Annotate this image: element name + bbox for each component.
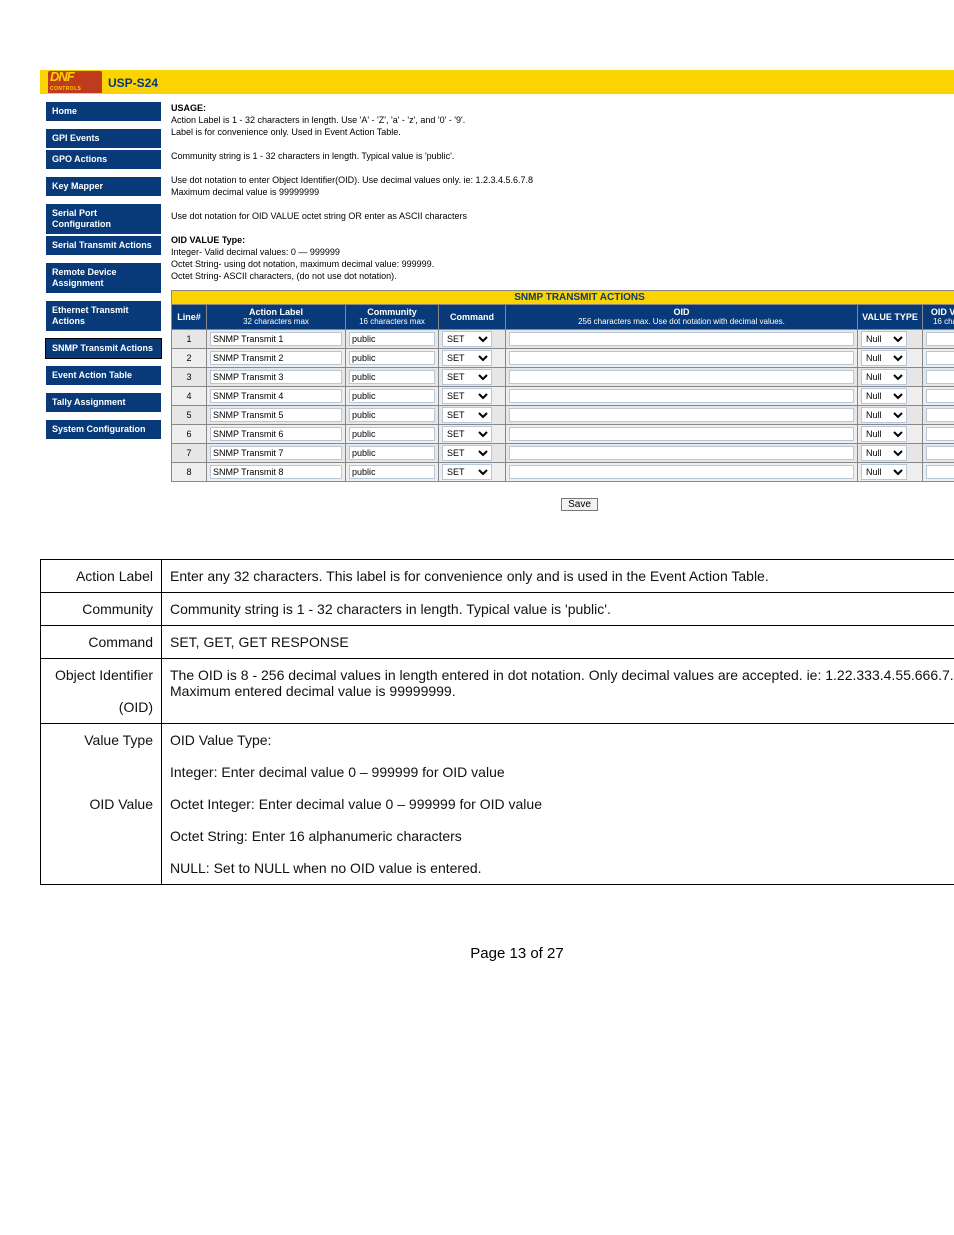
sidebar-item[interactable]: Tally Assignment — [46, 393, 161, 412]
top-banner: USP-S24 — [40, 70, 954, 94]
oid-value-input[interactable] — [926, 351, 954, 365]
oid-input[interactable] — [509, 389, 854, 403]
oid-input[interactable] — [509, 408, 854, 422]
value-type-select[interactable]: Null — [861, 407, 907, 423]
sidebar-item[interactable]: Key Mapper — [46, 177, 161, 196]
sidebar-item[interactable]: System Configuration — [46, 420, 161, 439]
value-type-select[interactable]: Null — [861, 464, 907, 480]
desc-key: Action Label — [41, 560, 162, 593]
desc-key: Community — [41, 593, 162, 626]
oid-input[interactable] — [509, 351, 854, 365]
sidebar-item[interactable]: Serial Transmit Actions — [46, 236, 161, 255]
column-header: OID256 characters max. Use dot notation … — [506, 305, 858, 330]
page-number: Page 13 of 27 — [40, 945, 954, 962]
command-select[interactable]: SET — [442, 331, 492, 347]
community-input[interactable] — [349, 351, 435, 365]
oid-input[interactable] — [509, 446, 854, 460]
community-input[interactable] — [349, 408, 435, 422]
column-header: VALUE TYPE — [858, 305, 923, 330]
brand-logo-icon — [48, 71, 102, 93]
community-input[interactable] — [349, 427, 435, 441]
sidebar-item[interactable]: Remote Device Assignment — [46, 263, 161, 293]
oid-value-input[interactable] — [926, 370, 954, 384]
sidebar-item[interactable]: Serial Port Configuration — [46, 204, 161, 234]
oid-input[interactable] — [509, 465, 854, 479]
column-header: Community16 characters max — [346, 305, 439, 330]
action-label-input[interactable] — [210, 427, 342, 441]
table-row: 8SETNull — [172, 463, 954, 482]
action-label-input[interactable] — [210, 332, 342, 346]
sidebar-item[interactable]: Ethernet Transmit Actions — [46, 301, 161, 331]
table-row: 2SETNull — [172, 349, 954, 368]
table-banner: SNMP TRANSMIT ACTIONS — [171, 290, 954, 304]
column-header: Command — [439, 305, 506, 330]
oid-input[interactable] — [509, 427, 854, 441]
table-row: 1SETNull — [172, 330, 954, 349]
value-type-select[interactable]: Null — [861, 369, 907, 385]
sidebar-item[interactable]: GPI Events — [46, 129, 161, 148]
action-label-input[interactable] — [210, 408, 342, 422]
oid-value-input[interactable] — [926, 427, 954, 441]
oid-value-input[interactable] — [926, 465, 954, 479]
sidebar: Home GPI Events GPO Actions Key Mapper Seria… — [46, 102, 161, 447]
save-button[interactable]: Save — [561, 498, 598, 511]
command-select[interactable]: SET — [442, 445, 492, 461]
command-select[interactable]: SET — [442, 464, 492, 480]
value-type-select[interactable]: Null — [861, 350, 907, 366]
sidebar-item[interactable]: Event Action Table — [46, 366, 161, 385]
desc-value: Enter any 32 characters. This label is f… — [162, 560, 954, 593]
usage-block: USAGE:Action Label is 1 - 32 characters … — [171, 102, 954, 282]
column-header: Action Label32 characters max — [207, 305, 346, 330]
action-label-input[interactable] — [210, 465, 342, 479]
community-input[interactable] — [349, 332, 435, 346]
device-model: USP-S24 — [108, 76, 158, 93]
table-row: 6SETNull — [172, 425, 954, 444]
desc-key: Value TypeOID Value — [41, 724, 162, 885]
column-header: OID VALUE16 char max — [923, 305, 954, 330]
command-select[interactable]: SET — [442, 388, 492, 404]
oid-value-input[interactable] — [926, 389, 954, 403]
sidebar-item[interactable]: SNMP Transmit Actions — [46, 339, 161, 358]
oid-input[interactable] — [509, 332, 854, 346]
action-label-input[interactable] — [210, 446, 342, 460]
action-label-input[interactable] — [210, 351, 342, 365]
column-header: Line# — [172, 305, 207, 330]
desc-key: Command — [41, 626, 162, 659]
desc-value: The OID is 8 - 256 decimal values in len… — [162, 659, 954, 724]
oid-value-input[interactable] — [926, 446, 954, 460]
sidebar-item[interactable]: Home — [46, 102, 161, 121]
table-row: 3SETNull — [172, 368, 954, 387]
value-type-select[interactable]: Null — [861, 388, 907, 404]
action-label-input[interactable] — [210, 370, 342, 384]
command-select[interactable]: SET — [442, 407, 492, 423]
action-label-input[interactable] — [210, 389, 342, 403]
command-select[interactable]: SET — [442, 350, 492, 366]
oid-input[interactable] — [509, 370, 854, 384]
desc-value: OID Value Type:Integer: Enter decimal va… — [162, 724, 954, 885]
oid-value-input[interactable] — [926, 408, 954, 422]
community-input[interactable] — [349, 446, 435, 460]
oid-value-input[interactable] — [926, 332, 954, 346]
community-input[interactable] — [349, 370, 435, 384]
sidebar-item[interactable]: GPO Actions — [46, 150, 161, 169]
value-type-select[interactable]: Null — [861, 445, 907, 461]
snmp-table: Line#Action Label32 characters maxCommun… — [171, 304, 954, 482]
value-type-select[interactable]: Null — [861, 331, 907, 347]
community-input[interactable] — [349, 465, 435, 479]
command-select[interactable]: SET — [442, 369, 492, 385]
field-description-table: Action LabelEnter any 32 characters. Thi… — [40, 559, 954, 885]
desc-value: Community string is 1 - 32 characters in… — [162, 593, 954, 626]
community-input[interactable] — [349, 389, 435, 403]
table-row: 5SETNull — [172, 406, 954, 425]
table-row: 7SETNull — [172, 444, 954, 463]
desc-value: SET, GET, GET RESPONSE — [162, 626, 954, 659]
table-row: 4SETNull — [172, 387, 954, 406]
command-select[interactable]: SET — [442, 426, 492, 442]
value-type-select[interactable]: Null — [861, 426, 907, 442]
desc-key: Object Identifier(OID) — [41, 659, 162, 724]
